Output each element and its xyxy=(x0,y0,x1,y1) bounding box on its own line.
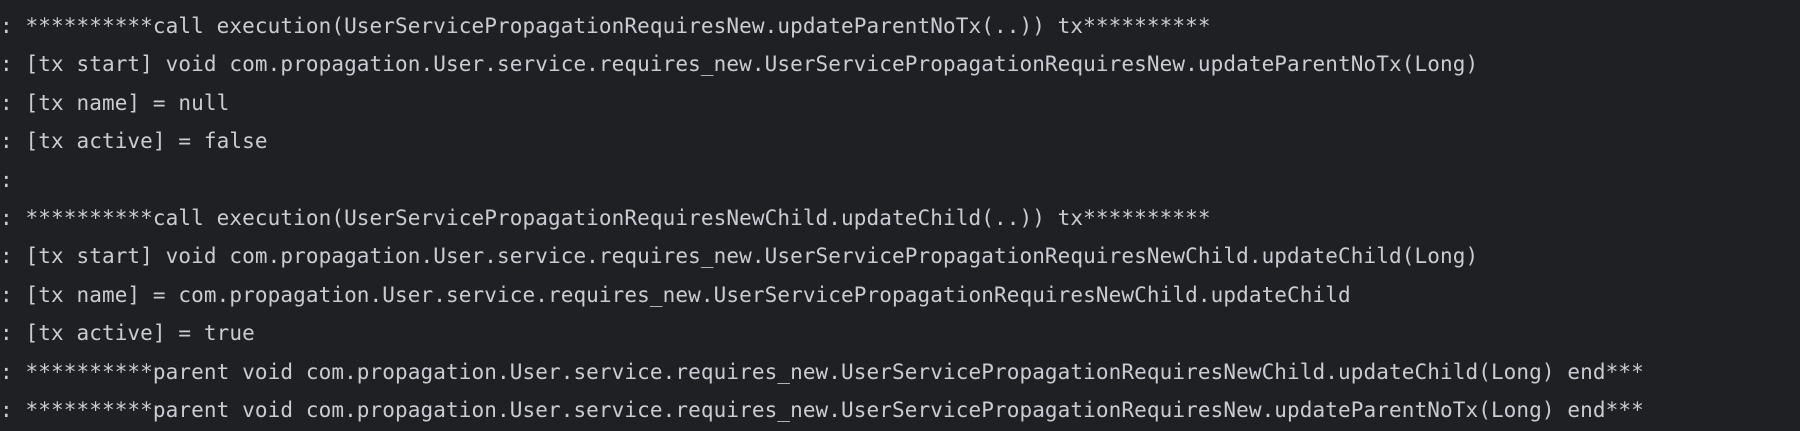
log-line: : [tx active] = true xyxy=(0,321,255,346)
log-line: : **********parent void com.propagation.… xyxy=(0,359,1644,384)
log-line: : **********call execution(UserServicePr… xyxy=(0,14,1211,38)
log-line: : [tx start] void com.propagation.User.s… xyxy=(0,244,1479,269)
log-line: : **********parent void com.propagation.… xyxy=(0,397,1644,422)
log-line: : [tx name] = null xyxy=(0,90,230,115)
log-line: : [tx name] = com.propagation.User.servi… xyxy=(0,282,1351,307)
log-lines: : **********call execution(UserServicePr… xyxy=(0,7,1800,429)
console-output-panel[interactable]: : **********call execution(UserServicePr… xyxy=(0,0,1800,431)
log-line: : **********call execution(UserServicePr… xyxy=(0,205,1211,230)
log-line: : [tx active] = false xyxy=(0,129,268,154)
log-line: : [tx start] void com.propagation.User.s… xyxy=(0,52,1479,77)
log-line: : xyxy=(0,167,13,192)
